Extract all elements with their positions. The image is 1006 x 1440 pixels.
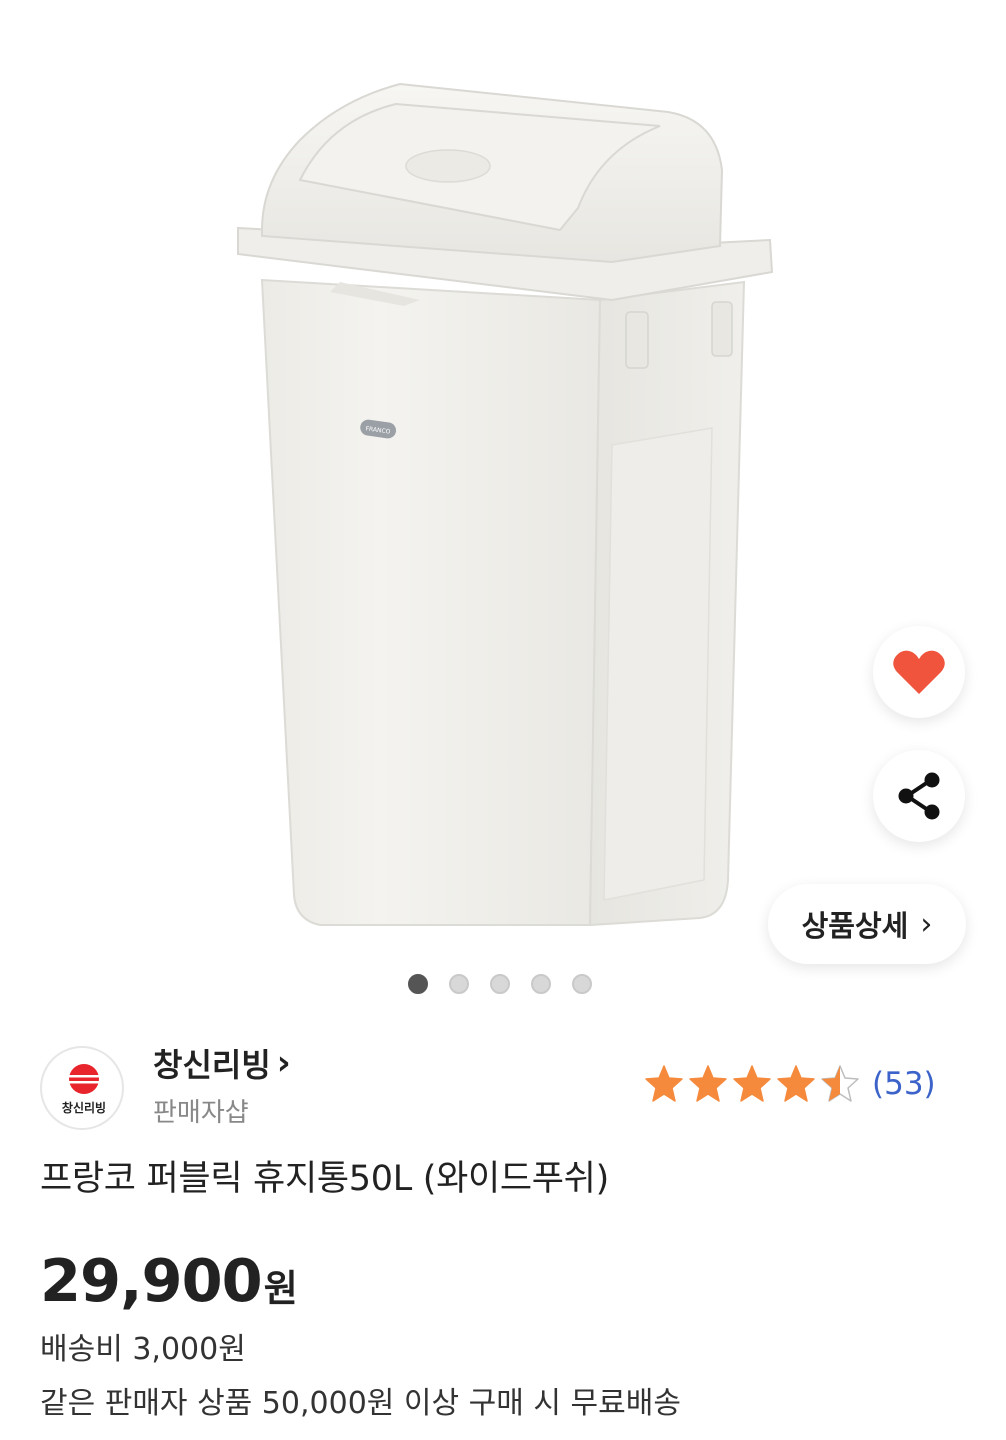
review-count-link[interactable]: (53): [872, 1066, 936, 1102]
carousel-pagination: [408, 974, 592, 994]
seller-name: 창신리빙: [153, 1046, 271, 1084]
seller-name-link[interactable]: 창신리빙 ›: [153, 1040, 291, 1086]
product-detail-button[interactable]: 상품상세 ›: [768, 884, 966, 964]
product-image-carousel[interactable]: FRANCO 상품상세 ›: [0, 0, 1006, 1010]
price: 29,900 원: [40, 1246, 298, 1315]
star-icon: [689, 1065, 727, 1102]
chevron-right-icon: ›: [276, 1043, 291, 1083]
chevron-right-icon: ›: [920, 906, 933, 942]
trash-bin-image: FRANCO: [237, 82, 774, 927]
like-button[interactable]: [873, 626, 965, 718]
product-page: FRANCO 상품상세 › 창신리빙 창신리빙 › 판매자샵 (53) 프랑코 …: [0, 0, 1006, 1440]
star-icon: [821, 1065, 859, 1102]
rating-summary[interactable]: (53): [644, 1064, 936, 1104]
carousel-dot[interactable]: [408, 974, 428, 994]
carousel-dot[interactable]: [531, 974, 551, 994]
carousel-dot[interactable]: [449, 974, 469, 994]
product-detail-label: 상품상세: [801, 909, 909, 943]
seller-logo-text: 창신리빙: [62, 1100, 106, 1115]
share-icon: [898, 772, 940, 820]
share-button[interactable]: [873, 750, 965, 842]
shipping-fee: 배송비 3,000원: [40, 1332, 246, 1367]
star-icon: [777, 1065, 815, 1102]
star-rating: [644, 1064, 860, 1104]
seller-type: 판매자샵: [153, 1098, 249, 1128]
carousel-dot[interactable]: [572, 974, 592, 994]
seller-logo-mark: 창신리빙: [62, 1064, 106, 1115]
carousel-dot[interactable]: [490, 974, 510, 994]
product-title: 프랑코 퍼블릭 휴지통50L (와이드푸쉬): [40, 1159, 609, 1199]
star-icon: [645, 1065, 683, 1102]
price-value: 29,900: [40, 1246, 263, 1315]
star-icon: [733, 1065, 771, 1102]
free-shipping-note: 같은 판매자 상품 50,000원 이상 구매 시 무료배송: [40, 1386, 681, 1421]
heart-icon: [893, 650, 945, 694]
price-unit: 원: [263, 1267, 298, 1310]
seller-logo[interactable]: 창신리빙: [40, 1046, 124, 1130]
